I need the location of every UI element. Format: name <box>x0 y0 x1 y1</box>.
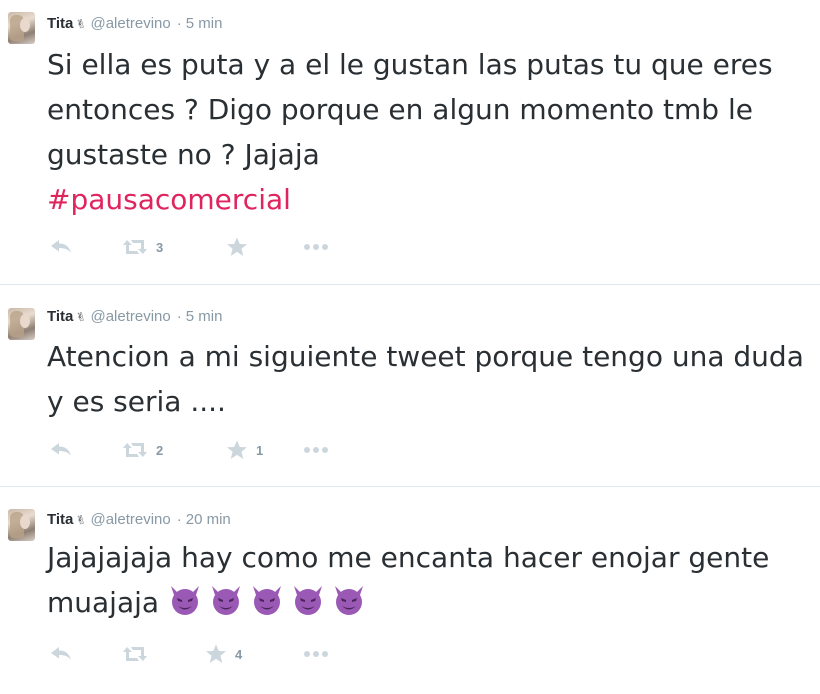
smiling-imp-emoji-icon <box>209 583 243 617</box>
reply-button[interactable] <box>50 439 72 461</box>
user-name[interactable]: Tita <box>47 511 73 528</box>
tweet-header: Tita✌ @aletrevino · 20 min <box>47 510 231 530</box>
tweet-text: Si ella es puta y a el le gustan las put… <box>47 42 807 222</box>
tweet-text: Atencion a mi siguiente tweet porque ten… <box>47 334 807 424</box>
smiling-imp-emoji-icon <box>168 583 202 617</box>
avatar[interactable] <box>8 308 35 340</box>
tweet-body: Jajajajaja hay como me encanta hacer eno… <box>47 541 770 619</box>
user-name[interactable]: Tita <box>47 308 73 325</box>
user-handle[interactable]: @aletrevino <box>90 511 170 528</box>
retweet-count: 2 <box>156 442 164 458</box>
separator-dot: · <box>176 511 182 528</box>
more-button[interactable] <box>303 643 329 665</box>
tweet[interactable]: Tita✌ @aletrevino · 5 min Si ella es puta y… <box>0 0 820 285</box>
favorite-count: 1 <box>256 442 264 458</box>
tweet-timestamp[interactable]: 5 min <box>186 308 223 325</box>
avatar[interactable] <box>8 509 35 541</box>
hashtag-link[interactable]: #pausacomercial <box>47 183 291 216</box>
retweet-icon <box>123 443 147 457</box>
more-dots-icon <box>304 244 328 250</box>
retweet-icon <box>123 240 147 254</box>
avatar[interactable] <box>8 12 35 44</box>
favorite-star-icon <box>227 440 247 459</box>
favorite-star-icon <box>206 644 226 663</box>
reply-icon <box>51 647 71 660</box>
user-name[interactable]: Tita <box>47 15 73 32</box>
separator-dot: · <box>176 308 182 325</box>
verified-icon: ✌ <box>74 308 89 326</box>
retweet-icon <box>123 647 147 661</box>
reply-button[interactable] <box>50 236 72 258</box>
retweet-button[interactable]: 2 <box>122 439 163 461</box>
retweet-count: 3 <box>156 239 164 255</box>
tweet-timestamp[interactable]: 5 min <box>186 15 223 32</box>
verified-icon: ✌ <box>74 511 89 529</box>
tweet-header: Tita✌ @aletrevino · 5 min <box>47 307 222 327</box>
more-button[interactable] <box>303 236 329 258</box>
tweet-header: Tita✌ @aletrevino · 5 min <box>47 14 222 34</box>
emoji-row <box>168 586 373 619</box>
verified-icon: ✌ <box>74 15 89 33</box>
more-dots-icon <box>304 447 328 453</box>
reply-icon <box>51 443 71 456</box>
user-handle[interactable]: @aletrevino <box>90 15 170 32</box>
tweet-body: Atencion a mi siguiente tweet porque ten… <box>47 340 804 418</box>
tweet-text: Jajajajaja hay como me encanta hacer eno… <box>47 535 807 625</box>
timeline: Tita✌ @aletrevino · 5 min Si ella es puta y… <box>0 0 820 694</box>
retweet-button[interactable] <box>122 643 156 665</box>
more-button[interactable] <box>303 439 329 461</box>
user-handle[interactable]: @aletrevino <box>90 308 170 325</box>
smiling-imp-emoji-icon <box>332 583 366 617</box>
smiling-imp-emoji-icon <box>250 583 284 617</box>
tweet-timestamp[interactable]: 20 min <box>186 511 231 528</box>
separator-dot: · <box>176 15 182 32</box>
favorite-button[interactable]: 1 <box>226 439 263 461</box>
favorite-count: 4 <box>235 646 243 662</box>
retweet-button[interactable]: 3 <box>122 236 163 258</box>
reply-button[interactable] <box>50 643 72 665</box>
favorite-button[interactable]: 4 <box>205 643 242 665</box>
smiling-imp-emoji-icon <box>291 583 325 617</box>
favorite-button[interactable] <box>226 236 256 258</box>
favorite-star-icon <box>227 237 247 256</box>
tweet[interactable]: Tita✌ @aletrevino · 5 min Atencion a mi sig… <box>0 285 820 487</box>
more-dots-icon <box>304 651 328 657</box>
tweet[interactable]: Tita✌ @aletrevino · 20 min Jajajajaja hay c… <box>0 487 820 694</box>
reply-icon <box>51 240 71 253</box>
tweet-body: Si ella es puta y a el le gustan las put… <box>47 48 773 171</box>
